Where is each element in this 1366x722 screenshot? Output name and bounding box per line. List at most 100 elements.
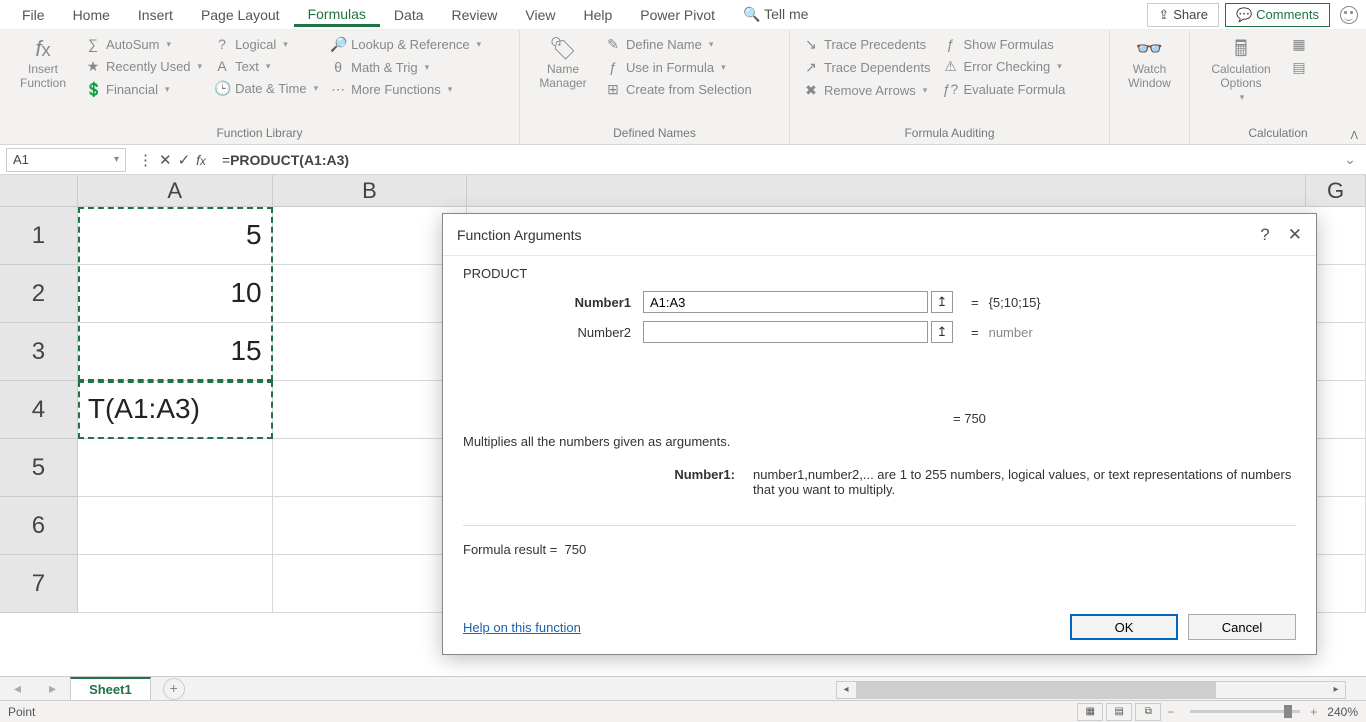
autosum-button[interactable]: ∑AutoSum▾ <box>82 34 205 54</box>
name-box[interactable]: A1▾ <box>6 148 126 172</box>
select-all-corner[interactable] <box>0 175 78 207</box>
tab-view[interactable]: View <box>511 3 569 27</box>
cell-a6[interactable] <box>78 497 273 555</box>
cell-a3[interactable]: 15 <box>78 323 273 381</box>
tab-file[interactable]: File <box>8 3 59 27</box>
col-header-g[interactable]: G <box>1306 175 1366 207</box>
remove-arrows-button[interactable]: ✖Remove Arrows▾ <box>800 80 933 101</box>
feedback-icon[interactable] <box>1340 6 1358 24</box>
calculation-options-button[interactable]: 🖩Calculation Options▾ <box>1200 34 1282 123</box>
scroll-left-icon[interactable]: ◂ <box>837 682 855 698</box>
comments-button[interactable]: 💬Comments <box>1225 3 1330 27</box>
cell-a5[interactable] <box>78 439 273 497</box>
financial-button[interactable]: 💲Financial▾ <box>82 79 205 100</box>
define-name-button[interactable]: ✎Define Name▾ <box>602 34 755 55</box>
scrollbar-thumb[interactable] <box>856 682 1216 698</box>
logical-button[interactable]: ?Logical▾ <box>211 34 321 54</box>
chevron-down-icon[interactable]: ▾ <box>114 154 119 165</box>
zoom-level[interactable]: 240% <box>1327 705 1358 719</box>
datetime-button[interactable]: 🕒Date & Time▾ <box>211 78 321 99</box>
cell-b4[interactable] <box>273 381 468 439</box>
fx-icon: fx <box>35 38 50 60</box>
zoom-out-icon[interactable]: − <box>1167 705 1174 719</box>
define-icon: ✎ <box>605 36 621 53</box>
tab-page-layout[interactable]: Page Layout <box>187 3 294 27</box>
three-dots-icon[interactable]: ⋮ <box>138 151 153 169</box>
tab-power-pivot[interactable]: Power Pivot <box>626 3 729 27</box>
tell-me[interactable]: 🔍 Tell me <box>729 2 822 27</box>
row-header-5[interactable]: 5 <box>0 439 78 497</box>
cell-a7[interactable] <box>78 555 273 613</box>
morefn-button[interactable]: ⋯More Functions▾ <box>327 79 484 100</box>
col-header-b[interactable]: B <box>273 175 468 207</box>
collapse-ribbon-icon[interactable]: ᐱ <box>1350 129 1358 142</box>
add-sheet-button[interactable]: + <box>163 678 185 700</box>
help-on-function-link[interactable]: Help on this function <box>463 620 581 635</box>
share-button[interactable]: ⇪Share <box>1147 3 1219 27</box>
tab-insert[interactable]: Insert <box>124 3 187 27</box>
show-formulas-button[interactable]: ƒShow Formulas <box>939 34 1068 54</box>
mathtrig-button[interactable]: θMath & Trig▾ <box>327 57 484 77</box>
view-page-layout-button[interactable]: ▤ <box>1106 703 1132 721</box>
lookup-button[interactable]: 🔎Lookup & Reference▾ <box>327 34 484 55</box>
formula-bar[interactable]: =PRODUCT(A1:A3) <box>214 152 1334 168</box>
cell-b2[interactable] <box>273 265 468 323</box>
arg2-collapse-button[interactable]: ↥ <box>931 321 953 343</box>
arg1-input[interactable] <box>643 291 928 313</box>
arg1-collapse-button[interactable]: ↥ <box>931 291 953 313</box>
tab-help[interactable]: Help <box>570 3 627 27</box>
calc-now-button[interactable]: ▦ <box>1288 34 1310 55</box>
row-header-2[interactable]: 2 <box>0 265 78 323</box>
use-in-formula-button[interactable]: ƒUse in Formula▾ <box>602 57 755 77</box>
cell-b3[interactable] <box>273 323 468 381</box>
tab-home[interactable]: Home <box>59 3 124 27</box>
row-header-3[interactable]: 3 <box>0 323 78 381</box>
insert-function-button[interactable]: fx Insert Function <box>10 34 76 123</box>
sheet-nav-next-icon[interactable]: ▸ <box>35 680 70 697</box>
cell-a1[interactable]: 5 <box>78 207 273 265</box>
zoom-slider[interactable] <box>1190 710 1300 713</box>
tab-data[interactable]: Data <box>380 3 438 27</box>
row-header-6[interactable]: 6 <box>0 497 78 555</box>
row-header-7[interactable]: 7 <box>0 555 78 613</box>
search-icon: 🔍 <box>743 6 760 22</box>
create-from-selection-button[interactable]: ⊞Create from Selection <box>602 79 755 100</box>
ok-button[interactable]: OK <box>1070 614 1178 640</box>
eval-icon: ƒ? <box>942 81 958 97</box>
name-manager-button[interactable]: 🏷 Name Manager <box>530 34 596 123</box>
col-header-a[interactable]: A <box>78 175 273 207</box>
view-page-break-button[interactable]: ⧉ <box>1135 703 1161 721</box>
sheet-tab-sheet1[interactable]: Sheet1 <box>70 677 151 700</box>
sheet-nav-prev-icon[interactable]: ◂ <box>0 680 35 697</box>
zoom-thumb[interactable] <box>1284 705 1292 718</box>
cell-a4[interactable]: T(A1:A3) <box>78 381 273 439</box>
dialog-help-icon[interactable]: ? <box>1260 225 1269 245</box>
cancel-icon[interactable]: ✕ <box>159 151 172 169</box>
row-header-1[interactable]: 1 <box>0 207 78 265</box>
recently-used-button[interactable]: ★Recently Used▾ <box>82 56 205 77</box>
cell-a2[interactable]: 10 <box>78 265 273 323</box>
trace-dependents-button[interactable]: ↗Trace Dependents <box>800 57 933 78</box>
zoom-in-icon[interactable]: + <box>1310 705 1317 719</box>
create-icon: ⊞ <box>605 81 621 98</box>
horizontal-scrollbar[interactable]: ◂ ▸ <box>836 681 1346 699</box>
trace-precedents-button[interactable]: ↘Trace Precedents <box>800 34 933 55</box>
expand-formula-bar-icon[interactable]: ⌄ <box>1334 151 1366 168</box>
dialog-close-icon[interactable]: ✕ <box>1288 225 1302 245</box>
cancel-button[interactable]: Cancel <box>1188 614 1296 640</box>
text-button[interactable]: AText▾ <box>211 56 321 76</box>
calc-sheet-button[interactable]: ▤ <box>1288 57 1310 78</box>
arg1-label: Number1 <box>463 295 643 310</box>
tab-formulas[interactable]: Formulas <box>294 2 380 27</box>
cell-b1[interactable] <box>273 207 468 265</box>
error-checking-button[interactable]: ⚠Error Checking▾ <box>939 56 1068 77</box>
scroll-right-icon[interactable]: ▸ <box>1327 682 1345 698</box>
tab-review[interactable]: Review <box>438 3 512 27</box>
watch-window-button[interactable]: 👓Watch Window <box>1120 34 1179 137</box>
view-normal-button[interactable]: ▦ <box>1077 703 1103 721</box>
arg2-input[interactable] <box>643 321 928 343</box>
fx-icon[interactable]: fx <box>196 152 206 168</box>
evaluate-formula-button[interactable]: ƒ?Evaluate Formula <box>939 79 1068 99</box>
confirm-icon[interactable]: ✓ <box>178 151 191 169</box>
row-header-4[interactable]: 4 <box>0 381 78 439</box>
